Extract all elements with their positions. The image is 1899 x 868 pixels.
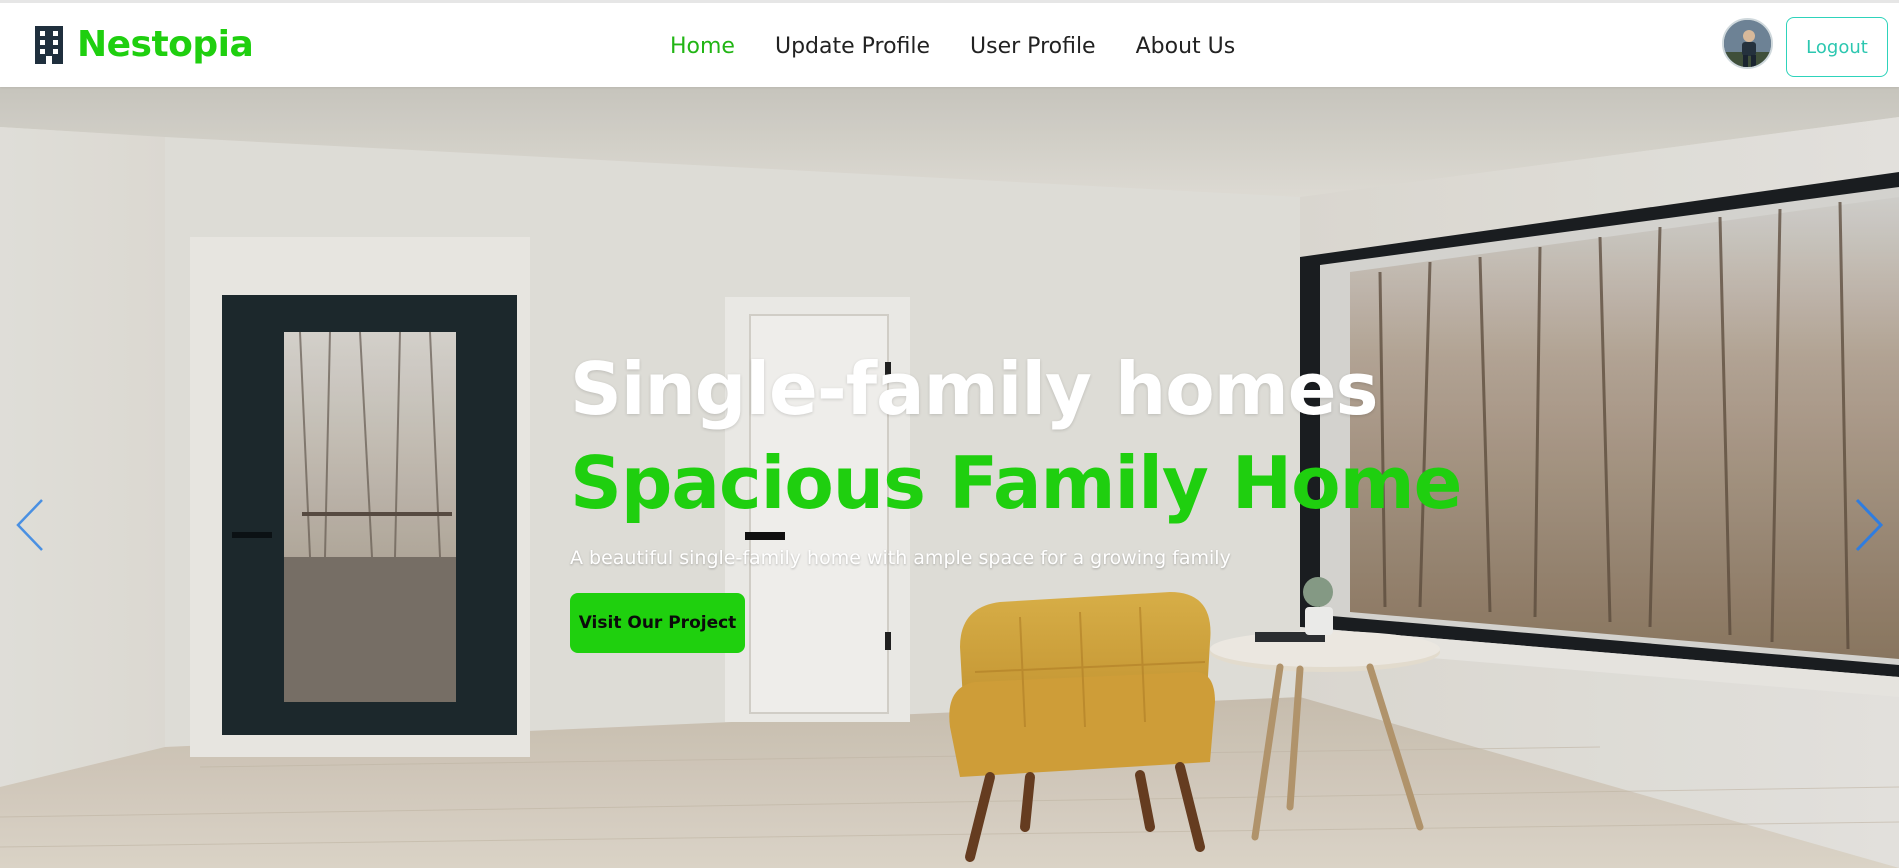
nav-link-user-profile[interactable]: User Profile [970, 33, 1096, 61]
hero-description: A beautiful single-family home with ampl… [570, 547, 1231, 569]
nav-link-about-us[interactable]: About Us [1136, 33, 1236, 61]
visit-project-button[interactable]: Visit Our Project [570, 593, 745, 653]
chevron-right-icon[interactable] [1849, 495, 1889, 555]
brand-name: Nestopia [77, 24, 254, 65]
hero-carousel: Single-family homes Spacious Family Home… [0, 87, 1899, 868]
brand-logo[interactable]: Nestopia [33, 24, 254, 65]
hero-content: Single-family homes Spacious Family Home… [570, 345, 1470, 653]
nav-link-update-profile[interactable]: Update Profile [775, 33, 930, 61]
nav-link-home[interactable]: Home [670, 33, 735, 61]
hero-title: Single-family homes [570, 347, 1378, 431]
logout-button[interactable]: Logout [1786, 17, 1888, 77]
hero-subtitle: Spacious Family Home [570, 441, 1463, 525]
user-avatar[interactable] [1722, 18, 1773, 69]
building-icon [35, 26, 63, 64]
main-nav: Home Update Profile User Profile About U… [670, 33, 1235, 61]
navbar: Nestopia Home Update Profile User Profil… [0, 0, 1899, 87]
avatar-image [1724, 20, 1771, 67]
chevron-left-icon[interactable] [10, 495, 50, 555]
